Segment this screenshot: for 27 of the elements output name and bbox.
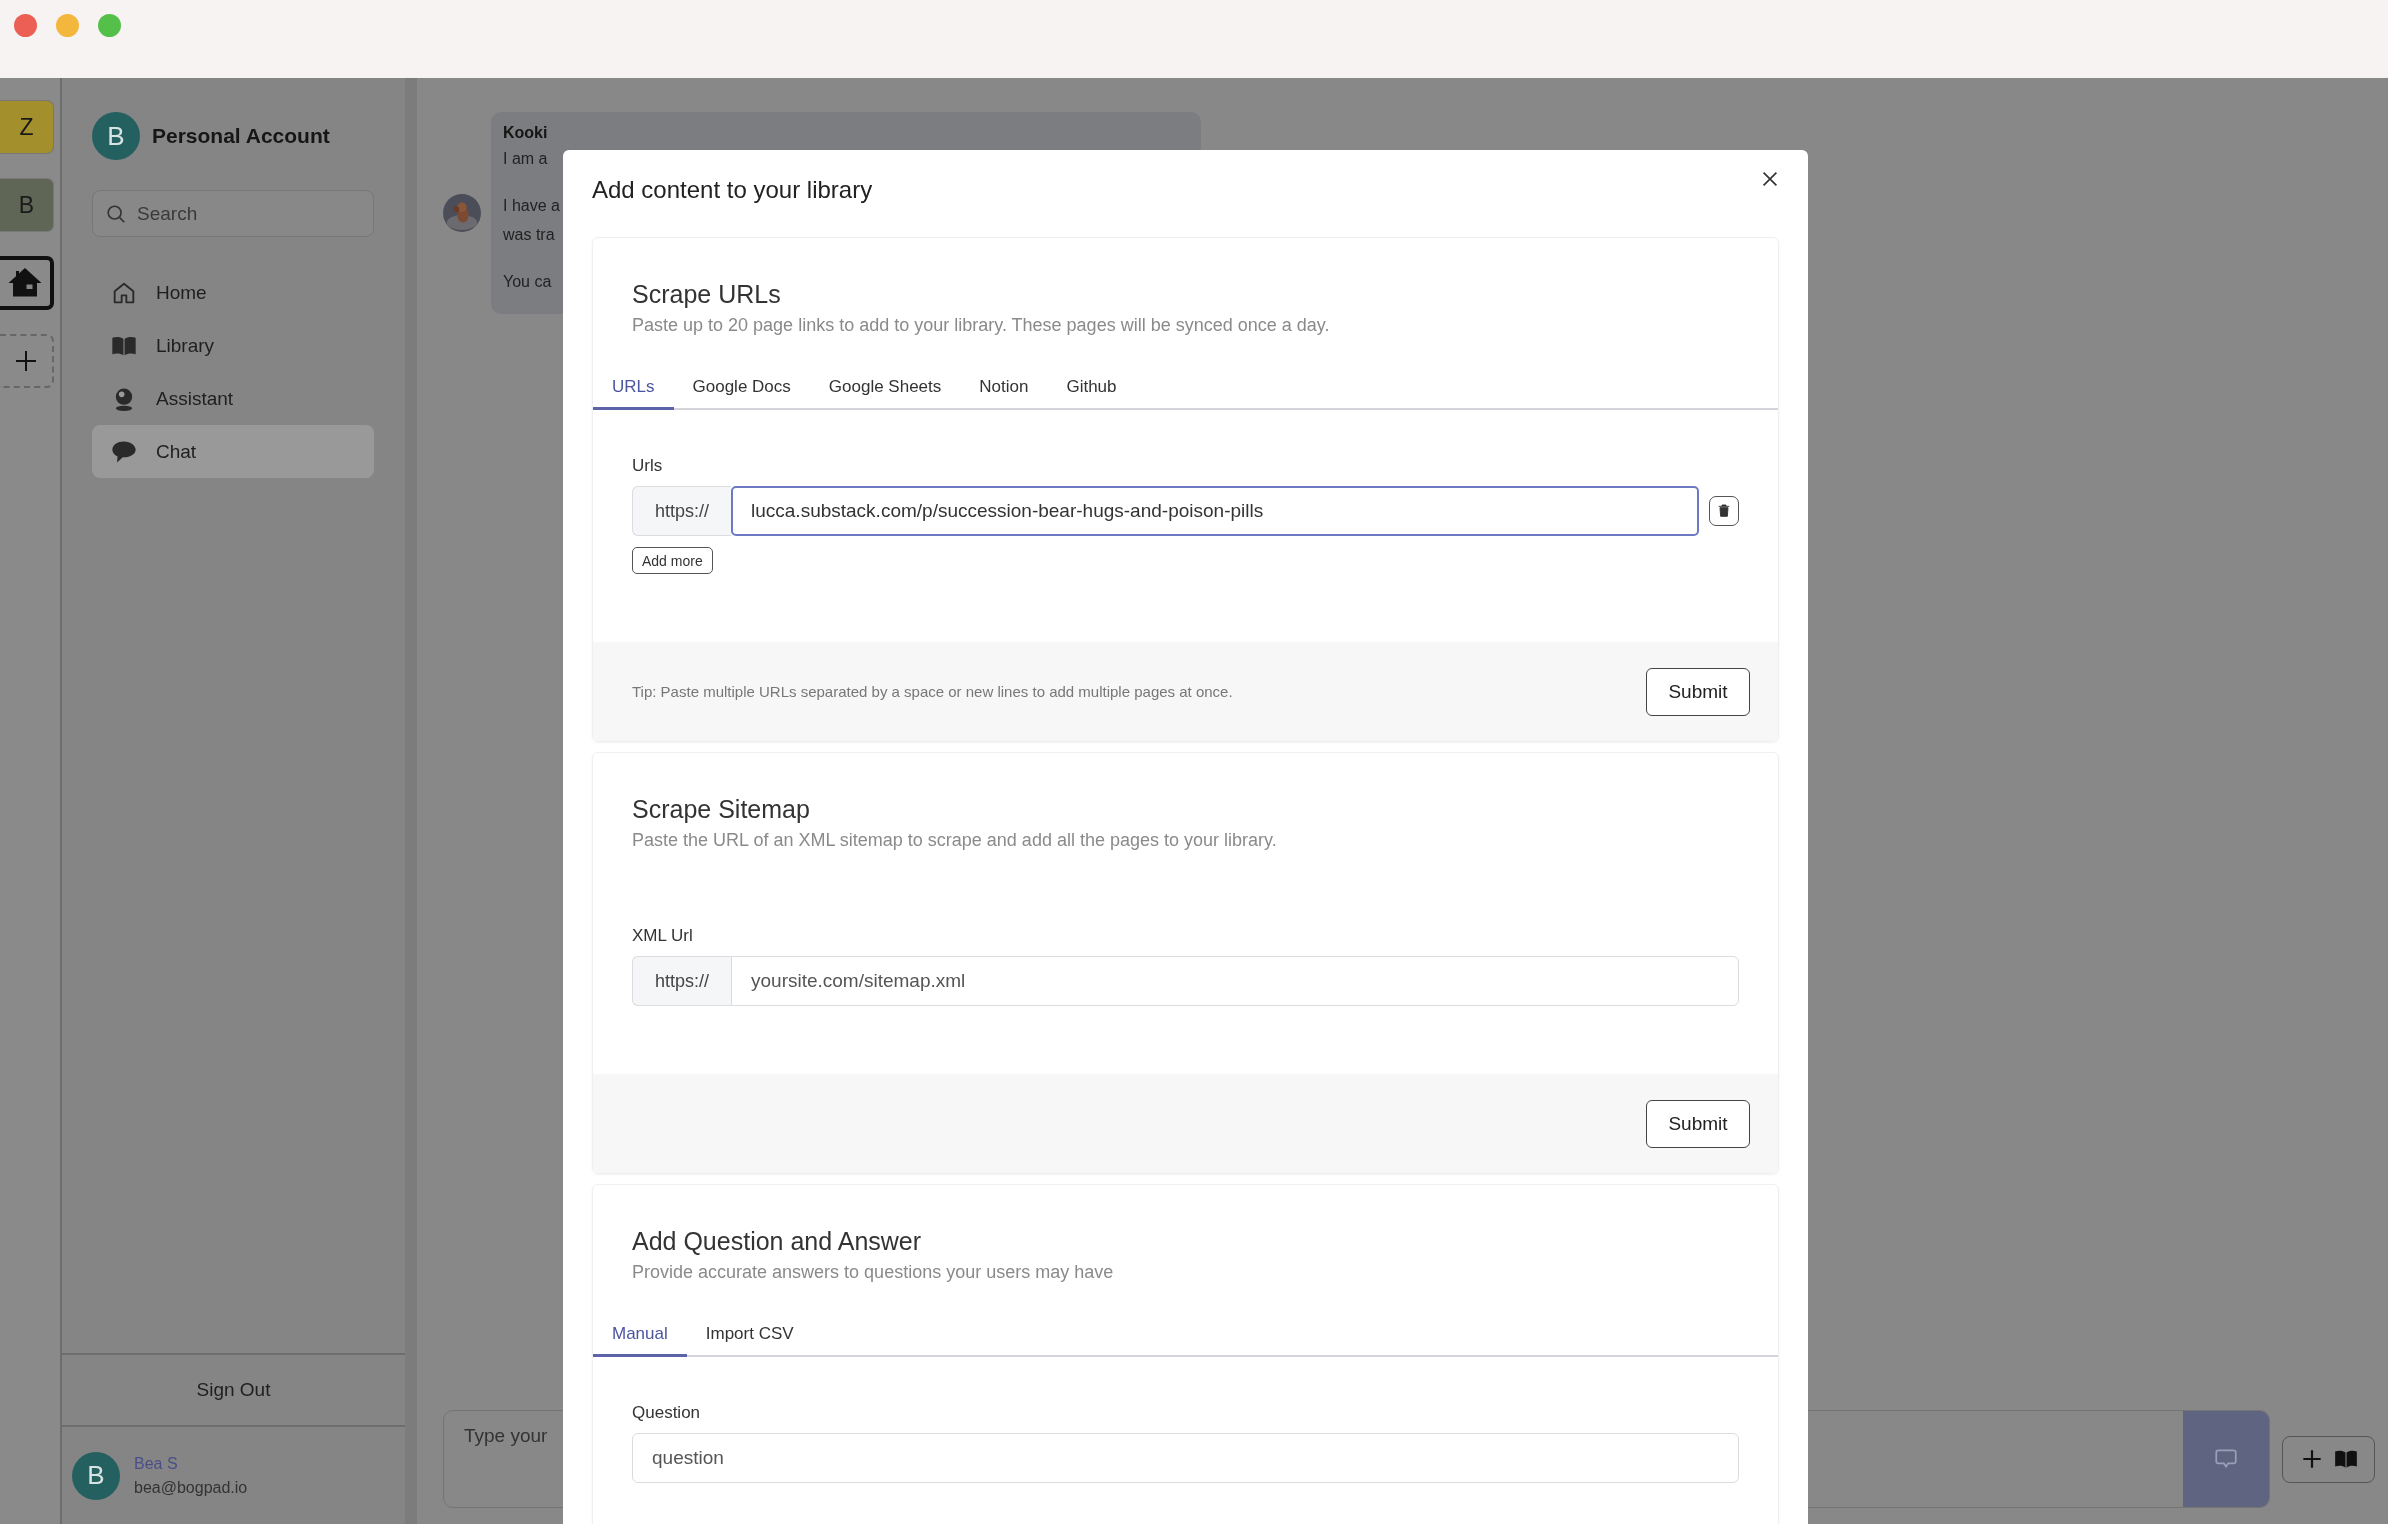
field-label: Question [632, 1402, 702, 1424]
url-prefix: https:// [632, 486, 731, 536]
url-prefix: https:// [632, 956, 731, 1006]
message-text: was tra [503, 225, 555, 245]
field-label: Urls [632, 455, 664, 477]
field-label: XML Url [632, 925, 694, 947]
user-email: bea@bogpad.io [134, 1478, 248, 1497]
section-description: Paste up to 20 page links to add to your library. These pages will be synced once a day. [632, 314, 1331, 337]
dialog-title: Add content to your library [592, 176, 873, 204]
section-description: Provide accurate answers to questions your users may have [632, 1261, 1115, 1284]
section-title: Scrape URLs [632, 279, 782, 310]
section-title: Add Question and Answer [632, 1226, 923, 1257]
user-avatar: B [72, 1451, 120, 1500]
message-text: I am a [503, 149, 548, 169]
nav-label: Home [156, 281, 207, 304]
message-text: I have a [503, 196, 560, 216]
nav-label: Assistant [156, 387, 234, 410]
nav-label: Chat [156, 440, 197, 463]
message-text: You ca [503, 272, 552, 292]
section-title: Scrape Sitemap [632, 794, 811, 825]
nav-label: Library [156, 334, 215, 357]
section-description: Paste the URL of an XML sitemap to scrape and add all the pages to your library. [632, 829, 1278, 852]
tip-text: Tip: Paste multiple URLs separated by a space or new lines to add multiple pages at once. [632, 683, 1233, 700]
message-author: Kooki [503, 123, 549, 143]
account-name: Personal Account [152, 124, 330, 148]
message-placeholder: Type your [464, 1425, 548, 1447]
account-avatar: B [92, 112, 140, 160]
